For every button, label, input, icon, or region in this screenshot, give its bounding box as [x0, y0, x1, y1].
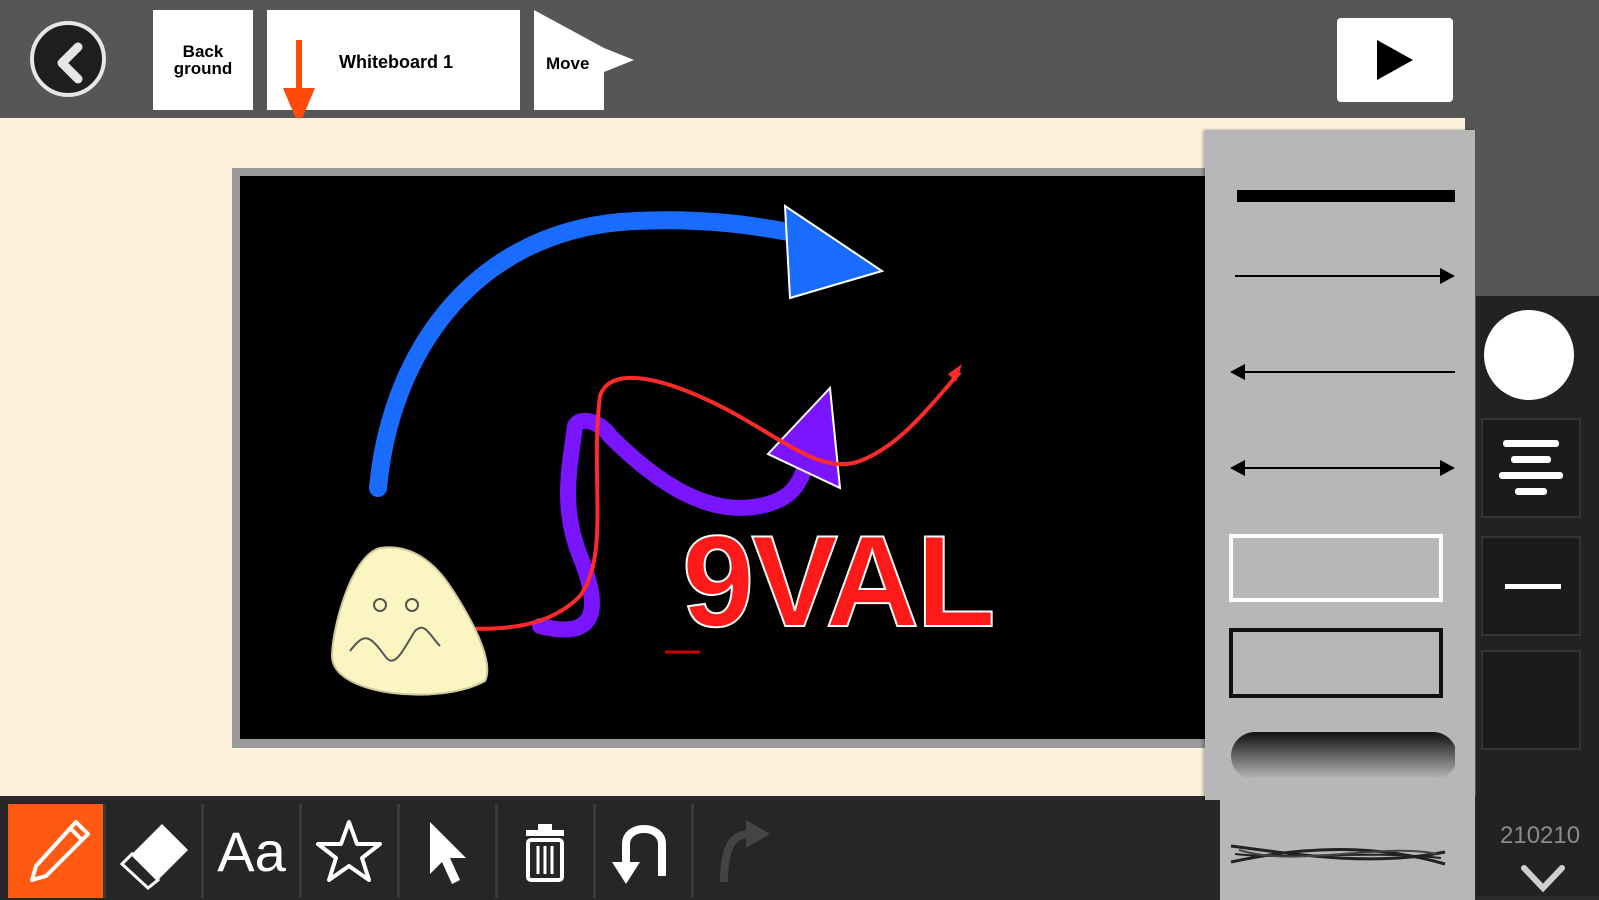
text-tool[interactable]: Aa	[204, 804, 299, 898]
delete-tool[interactable]	[498, 804, 593, 898]
alignment-button[interactable]	[1481, 418, 1581, 518]
whiteboard-tab-label: Whiteboard 1	[339, 52, 454, 72]
undo-button[interactable]	[596, 804, 691, 898]
line-style-sketch[interactable]	[1225, 816, 1455, 896]
text-tool-label: Aa	[217, 819, 286, 883]
star-icon	[316, 820, 382, 882]
trash-icon	[526, 824, 564, 882]
whiteboard-canvas[interactable]: 9VAL	[240, 176, 1230, 739]
line-style-outlined-white[interactable]	[1225, 526, 1455, 606]
line-width-button[interactable]	[1481, 536, 1581, 636]
play-button[interactable]	[1337, 18, 1453, 102]
board-text[interactable]: 9VAL	[681, 515, 997, 647]
redo-icon	[720, 820, 770, 883]
color-swatch[interactable]	[1484, 310, 1574, 400]
line-style-thick[interactable]	[1225, 150, 1455, 230]
line-style-arrow-left[interactable]	[1225, 338, 1455, 418]
eraser-icon	[119, 824, 188, 890]
line-style-outlined-black[interactable]	[1225, 620, 1455, 700]
eraser-tool[interactable]	[106, 804, 201, 898]
redo-button[interactable]	[694, 804, 789, 898]
undo-icon	[612, 825, 666, 884]
pencil-tool[interactable]	[8, 804, 103, 898]
background-tab-line2: ground	[173, 59, 233, 78]
stamp-tool[interactable]	[302, 804, 397, 898]
background-tab[interactable]: Back ground	[153, 10, 253, 110]
line-style-menu	[1205, 130, 1475, 900]
line-style-arrow-both[interactable]	[1225, 434, 1455, 514]
pointer-icon	[430, 822, 466, 884]
move-tab-label: Move	[546, 54, 590, 73]
select-tool[interactable]	[400, 804, 495, 898]
empty-slot[interactable]	[1481, 650, 1581, 750]
align-center-icon	[1499, 440, 1563, 495]
pencil-icon	[30, 820, 90, 882]
page-number: 210210	[1500, 822, 1581, 849]
whiteboard-tab[interactable]: Whiteboard 1	[267, 10, 520, 126]
move-tab[interactable]: Move	[534, 10, 634, 110]
background-tab-line1: Back	[182, 42, 224, 61]
drawing-layer	[330, 204, 962, 696]
play-icon	[1377, 40, 1413, 80]
chevron-left-icon	[57, 42, 83, 84]
line-width-icon	[1505, 584, 1561, 589]
chevron-down-icon[interactable]	[1518, 862, 1568, 896]
line-style-arrow-right[interactable]	[1225, 242, 1455, 322]
down-arrow-icon	[283, 40, 315, 126]
line-style-gradient[interactable]	[1225, 722, 1455, 802]
back-button[interactable]	[30, 21, 106, 97]
